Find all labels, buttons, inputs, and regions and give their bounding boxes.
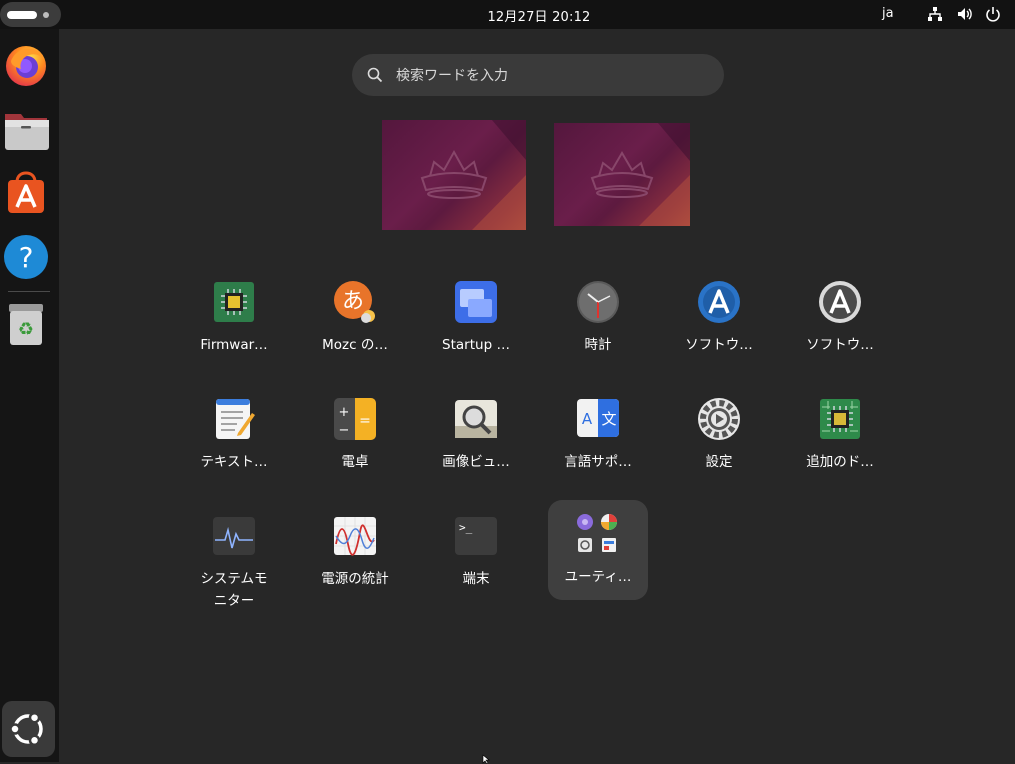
app-terminal[interactable]: >_ 端末 (426, 514, 526, 614)
utilities-folder-icon (577, 514, 617, 552)
app-center-icon (8, 171, 44, 213)
app-calculator[interactable]: + − = 電卓 (305, 397, 405, 497)
volume-icon[interactable] (957, 6, 973, 22)
app-clocks[interactable]: 時計 (548, 280, 648, 380)
app-label: 追加のド… (806, 454, 874, 470)
firefox-icon (6, 46, 46, 86)
app-label: ユーティ… (564, 569, 632, 585)
app-startup-applications[interactable]: Startup … (426, 280, 526, 380)
dock-item-trash[interactable]: ♻ (3, 300, 49, 346)
search-icon (367, 67, 383, 83)
svg-text:あ: あ (342, 289, 364, 314)
app-folder-utilities[interactable]: ユーティ… (548, 500, 648, 600)
app-text-editor[interactable]: テキスト… (184, 397, 284, 497)
network-icon[interactable] (927, 6, 943, 22)
dock-separator (8, 291, 50, 292)
dock-item-help[interactable]: ? (3, 234, 49, 280)
svg-text:?: ? (19, 241, 34, 274)
app-system-monitor[interactable]: システムモ ニター (184, 514, 284, 614)
language-support-icon: A 文 (577, 399, 619, 437)
trash-icon: ♻ (9, 304, 43, 345)
app-language-support[interactable]: A 文 言語サポ… (548, 397, 648, 497)
top-bar: 12月27日 20:12 ja (0, 0, 1015, 29)
svg-text:>_: >_ (459, 521, 473, 534)
dock: ? ♻ (0, 29, 59, 762)
app-label: システムモ ニター (200, 571, 268, 609)
clock-icon (577, 281, 619, 323)
input-method-indicator[interactable]: ja (882, 6, 894, 21)
terminal-icon: >_ (455, 517, 497, 555)
app-label: ソフトウ… (685, 337, 753, 353)
workspace-thumbnail-1[interactable] (382, 120, 526, 230)
mouse-pointer-icon (482, 754, 490, 764)
app-label: 端末 (462, 571, 490, 587)
software-updater-icon (698, 281, 740, 323)
app-label: 画像ビュ… (442, 454, 510, 470)
app-label: 設定 (705, 454, 733, 470)
image-viewer-icon (455, 400, 497, 438)
text-editor-icon (216, 399, 255, 439)
dock-item-app-center[interactable] (3, 170, 49, 216)
dock-item-files[interactable] (3, 106, 49, 152)
svg-text:文: 文 (601, 410, 616, 428)
app-image-viewer[interactable]: 画像ビュ… (426, 397, 526, 497)
datetime-button[interactable]: 12月27日 20:12 (0, 6, 1015, 25)
svg-text:+: + (339, 405, 350, 420)
additional-drivers-icon (820, 399, 860, 439)
files-icon (5, 114, 49, 150)
app-label: 電卓 (341, 454, 369, 470)
search-bar[interactable] (352, 54, 724, 96)
show-apps-button[interactable] (2, 701, 55, 757)
svg-text:=: = (359, 413, 371, 429)
app-software-updater[interactable]: ソフトウ… (669, 280, 769, 380)
mozc-icon: あ (334, 281, 375, 323)
app-mozc[interactable]: あ Mozc の… (305, 280, 405, 380)
dock-item-firefox[interactable] (3, 41, 49, 87)
system-monitor-icon (213, 517, 255, 555)
app-label: 電源の統計 (321, 571, 389, 587)
power-icon[interactable] (985, 6, 1001, 22)
svg-text:♻: ♻ (18, 319, 34, 340)
app-label: 言語サポ… (564, 454, 632, 470)
search-input[interactable] (394, 64, 708, 88)
app-label: 時計 (584, 337, 612, 353)
workspace-thumbnail-2[interactable] (554, 123, 690, 226)
app-software-properties[interactable]: ソフトウ… (790, 280, 890, 380)
help-icon: ? (4, 235, 48, 279)
app-label: ソフトウ… (806, 337, 874, 353)
firmware-icon (214, 282, 254, 322)
settings-icon (698, 398, 740, 440)
power-statistics-icon (334, 517, 376, 556)
svg-text:A: A (582, 410, 593, 428)
wallpaper-crown-image (590, 123, 690, 226)
ubuntu-logo-icon (9, 711, 43, 747)
app-label: Firmwar… (200, 337, 268, 353)
app-label: Mozc の… (322, 337, 388, 353)
calculator-icon: + − = (334, 398, 376, 440)
app-label: テキスト… (200, 454, 268, 470)
app-firmware-updater[interactable]: Firmwar… (184, 280, 284, 380)
wallpaper-crown-image (420, 120, 526, 230)
app-settings[interactable]: 設定 (669, 397, 769, 497)
app-label: Startup … (442, 337, 510, 353)
startup-icon (455, 281, 497, 323)
svg-text:−: − (339, 423, 350, 438)
app-power-statistics[interactable]: 電源の統計 (305, 514, 405, 614)
software-properties-icon (819, 281, 861, 323)
app-additional-drivers[interactable]: 追加のド… (790, 397, 890, 497)
